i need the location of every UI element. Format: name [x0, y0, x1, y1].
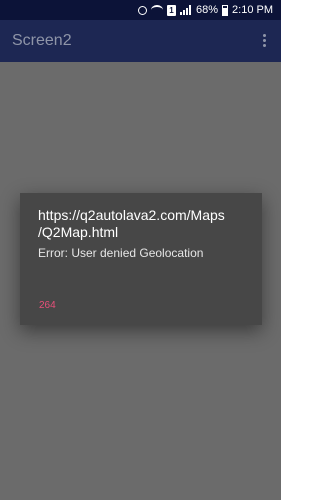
status-bar: 1 68% 2:10 PM	[0, 0, 281, 20]
dialog-title: https://q2autolava2.com/Maps /Q2Map.html	[38, 207, 225, 240]
overflow-menu-icon[interactable]	[263, 34, 267, 48]
signal-icon	[180, 5, 192, 15]
alert-dialog: https://q2autolava2.com/Maps /Q2Map.html…	[20, 193, 262, 325]
battery-icon	[222, 4, 229, 16]
app-bar: Screen2	[0, 20, 281, 62]
dialog-message: Error: User denied Geolocation	[38, 246, 204, 260]
status-time: 2:10 PM	[232, 4, 273, 16]
screen: 1 68% 2:10 PM Screen2 https://q2autolava…	[0, 0, 281, 500]
alarm-icon	[138, 5, 147, 15]
status-icons: 1 68% 2:10 PM	[138, 3, 273, 17]
sim-icon: 1	[167, 4, 176, 16]
dialog-button[interactable]: 264	[35, 298, 60, 313]
wifi-icon	[151, 5, 163, 15]
battery-percent: 68%	[196, 4, 219, 16]
app-title: Screen2	[12, 32, 72, 49]
